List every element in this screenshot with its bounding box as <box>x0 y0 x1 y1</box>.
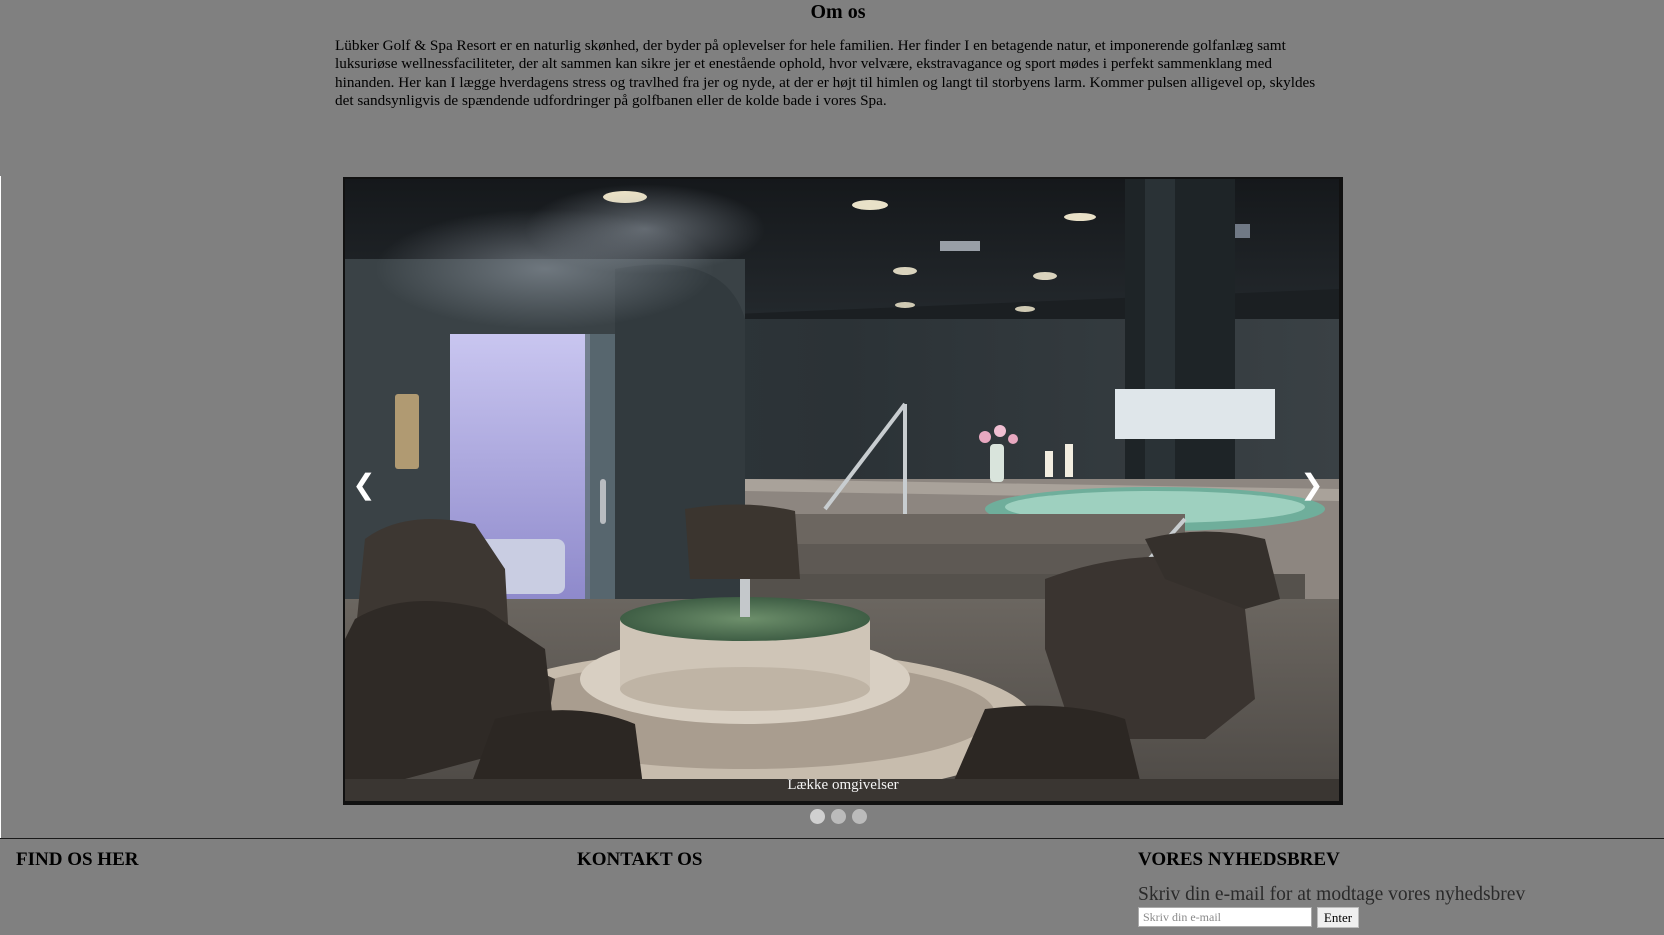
newsletter-email-input[interactable] <box>1138 907 1312 927</box>
page-title: Om os <box>810 1 866 23</box>
slideshow-prev-button[interactable]: ❮ <box>352 470 376 504</box>
slide-caption: Lække omgivelser <box>787 777 899 793</box>
newsletter-description: Skriv din e-mail for at modtage vores ny… <box>1138 884 1526 905</box>
footer-heading-contact: KONTAKT OS <box>577 849 703 870</box>
footer-heading-find-us: FIND OS HER <box>16 849 139 870</box>
slideshow-dots <box>0 809 1664 825</box>
left-edge-line <box>0 176 1 839</box>
newsletter-submit-button[interactable]: Enter <box>1317 907 1359 928</box>
slide-dot-2[interactable] <box>830 809 846 824</box>
spa-photo <box>345 179 1339 801</box>
page: Om os Lübker Golf & Spa Resort er en nat… <box>0 0 1664 935</box>
slideshow <box>343 177 1343 805</box>
slide-dot-3[interactable] <box>851 809 867 824</box>
about-text: Lübker Golf & Spa Resort er en naturlig … <box>335 37 1316 109</box>
slide-dot-1[interactable] <box>809 809 825 824</box>
footer-divider <box>0 838 1664 839</box>
footer-heading-newsletter: VORES NYHEDSBREV <box>1138 849 1340 870</box>
slideshow-next-button[interactable]: ❯ <box>1300 470 1324 504</box>
